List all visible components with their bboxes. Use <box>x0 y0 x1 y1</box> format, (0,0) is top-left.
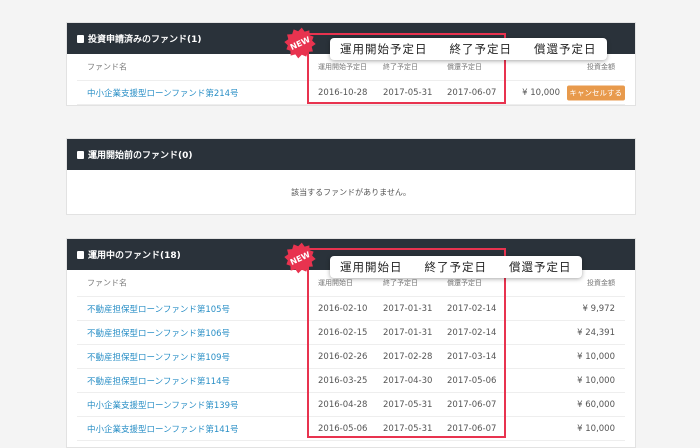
book-icon <box>77 34 84 43</box>
panel-title: 運用開始前のファンド(0) <box>88 151 193 161</box>
callout-label: 終了予定日 <box>449 42 512 56</box>
amount: ¥ 10,000 <box>577 351 615 362</box>
fund-link[interactable]: 不動産担保型ローンファンド第105号 <box>87 303 230 315</box>
amount: ¥ 10,000 <box>577 423 615 434</box>
pending-funds-panel: 運用開始前のファンド(0) 該当するファンドがありません。 <box>66 138 636 215</box>
callout-label: 運用開始日 <box>340 260 403 274</box>
fund-link[interactable]: 不動産担保型ローンファンド第114号 <box>87 375 230 387</box>
empty-message: 該当するファンドがありません。 <box>291 187 411 197</box>
fund-link[interactable]: 不動産担保型ローンファンド第106号 <box>87 327 230 339</box>
callout-label: 終了予定日 <box>424 260 487 274</box>
panel-title: 運用中のファンド(18) <box>88 251 181 261</box>
book-icon <box>77 250 84 259</box>
col-amount: 投資金額 <box>587 279 615 287</box>
callout-labels: 運用開始予定日 終了予定日 償還予定日 <box>330 38 607 60</box>
cancel-button[interactable]: キャンセルする <box>566 85 625 100</box>
panel-header: 運用開始前のファンド(0) <box>67 139 635 170</box>
callout-label: 償還予定日 <box>509 260 572 274</box>
amount: ¥ 9,972 <box>582 303 615 314</box>
panel-title: 投資申請済みのファンド(1) <box>88 35 202 45</box>
book-icon <box>77 150 84 159</box>
callout-labels: 運用開始日 終了予定日 償還予定日 <box>330 256 582 278</box>
fund-link[interactable]: 中小企業支援型ローンファンド第214号 <box>87 87 239 99</box>
callout-label: 償還予定日 <box>534 42 597 56</box>
amount: ¥ 24,391 <box>577 327 615 338</box>
callout-label: 運用開始予定日 <box>340 42 428 56</box>
col-amount: 投資金額 <box>587 63 615 71</box>
col-fund-name: ファンド名 <box>87 278 127 288</box>
amount: ¥ 10,000 <box>577 375 615 386</box>
col-fund-name: ファンド名 <box>87 62 127 72</box>
fund-link[interactable]: 不動産担保型ローンファンド第109号 <box>87 351 230 363</box>
fund-link[interactable]: 中小企業支援型ローンファンド第141号 <box>87 423 239 435</box>
amount: ¥ 10,000 <box>522 87 560 98</box>
amount: ¥ 60,000 <box>577 399 615 410</box>
fund-link[interactable]: 中小企業支援型ローンファンド第139号 <box>87 399 239 411</box>
